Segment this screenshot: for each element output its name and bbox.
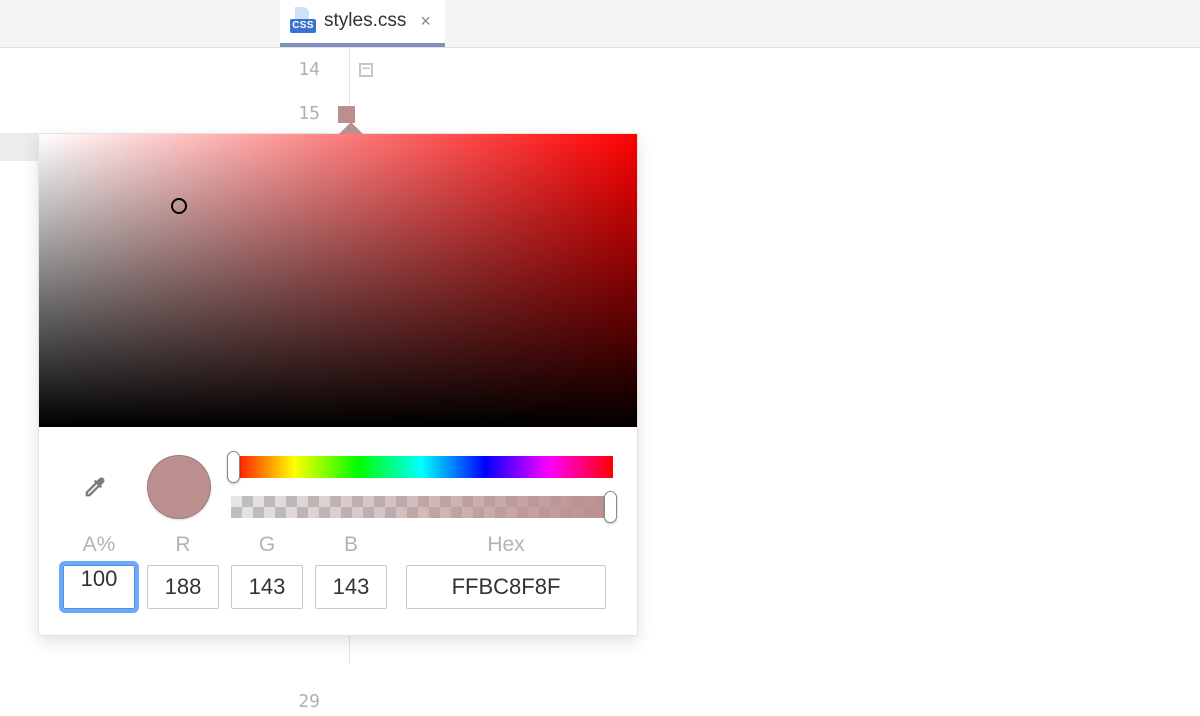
r-input[interactable] — [147, 565, 219, 609]
hex-label: Hex — [487, 533, 524, 557]
line-number: 15 — [280, 92, 320, 136]
fold-toggle-icon[interactable] — [359, 63, 373, 77]
r-label: R — [175, 533, 190, 557]
color-value-row: A% 100 R G B Hex — [39, 529, 637, 635]
close-icon[interactable]: × — [414, 11, 431, 32]
line-number: 14 — [280, 48, 320, 92]
b-input[interactable] — [315, 565, 387, 609]
color-picker-popup: A% 100 R G B Hex — [38, 133, 638, 636]
line-number: 29 — [280, 691, 336, 712]
alpha-label: A% — [83, 533, 116, 557]
hex-input[interactable] — [406, 565, 606, 609]
hue-slider[interactable] — [231, 456, 613, 478]
alpha-slider[interactable] — [231, 496, 613, 518]
picker-controls — [39, 427, 637, 529]
alpha-input[interactable]: 100 — [63, 565, 135, 609]
current-color-swatch — [147, 455, 211, 519]
color-swatch-icon[interactable] — [338, 106, 355, 123]
sv-cursor-icon[interactable] — [171, 198, 187, 214]
g-label: G — [259, 533, 275, 557]
hue-thumb-icon[interactable] — [227, 451, 240, 483]
tab-bar: CSS styles.css × — [0, 0, 1200, 48]
eyedropper-button[interactable] — [63, 455, 127, 519]
selection-highlight — [0, 133, 38, 161]
spacer — [0, 0, 280, 47]
popup-arrow-icon — [339, 122, 363, 134]
b-label: B — [344, 533, 358, 557]
eyedropper-icon — [81, 473, 109, 501]
sliders — [231, 456, 613, 518]
editor-tab[interactable]: CSS styles.css × — [280, 0, 445, 47]
css-file-icon: CSS — [290, 9, 316, 33]
alpha-thumb-icon[interactable] — [604, 491, 617, 523]
tab-filename: styles.css — [324, 10, 406, 32]
saturation-value-field[interactable] — [39, 134, 637, 427]
css-badge-text: CSS — [290, 19, 316, 33]
g-input[interactable] — [231, 565, 303, 609]
